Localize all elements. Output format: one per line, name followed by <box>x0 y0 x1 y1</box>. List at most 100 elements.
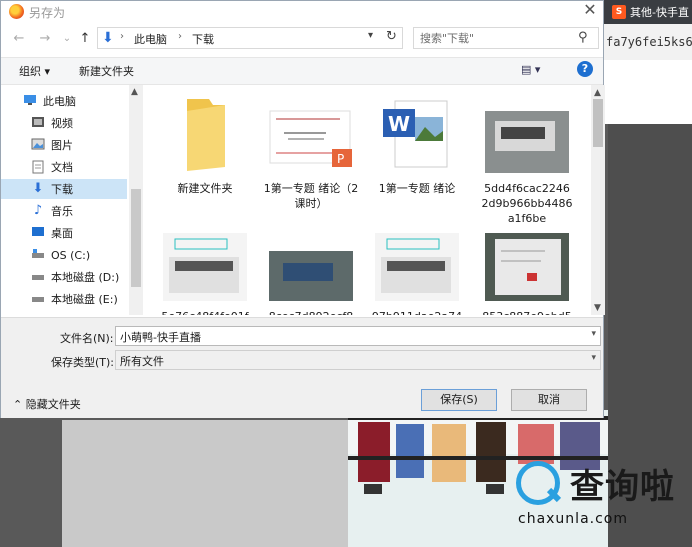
new-folder-button[interactable]: 新建文件夹 <box>79 63 134 79</box>
document-icon <box>31 160 45 174</box>
filetype-label: 保存类型(T): <box>51 356 115 369</box>
file-name: 5dd4f6cac22462d9b966bb4486a1f6be <box>481 182 573 225</box>
filename-field[interactable]: 小萌鸭-快手直播 ▾ <box>115 326 601 346</box>
scroll-up-icon[interactable]: ▲ <box>131 87 138 97</box>
scroll-down-icon[interactable]: ▼ <box>594 303 601 313</box>
file-name: 新建文件夹 <box>177 182 233 195</box>
save-options-panel: 文件名(N): 小萌鸭-快手直播 ▾ 保存类型(T): 所有文件 ▾ ⌃ 隐藏文… <box>1 317 603 418</box>
drive-icon <box>31 270 45 284</box>
sidebar-item-videos[interactable]: 视频 <box>1 113 127 133</box>
dialog-title: 另存为 <box>29 6 66 20</box>
save-as-dialog: 另存为 ✕ ← → ⌄ ↑ ⬇ › 此电脑 › 下载 ▾ ↻ ⚲ 组织 ▾ 新建… <box>0 0 605 418</box>
watermark-domain: chaxunla.com <box>518 511 628 527</box>
back-button[interactable]: ← <box>11 31 27 47</box>
sidebar-item-downloads[interactable]: ⬇ 下载 <box>1 179 127 199</box>
sidebar-item-drive-e[interactable]: 本地磁盘 (E:) <box>1 289 127 309</box>
hide-folders-toggle[interactable]: ⌃ 隐藏文件夹 <box>13 396 81 412</box>
file-name: 1第一专题 绪论（2课时） <box>263 182 359 210</box>
chevron-down-icon[interactable]: ▾ <box>591 329 596 339</box>
file-list-scrollbar-thumb[interactable] <box>593 99 603 147</box>
file-name: 97b911dae2a74 <box>367 309 467 315</box>
browser-tab[interactable]: S 其他-快手直 <box>612 4 689 20</box>
organize-button[interactable]: 组织 ▾ <box>19 63 50 79</box>
sidebar-item-label: 桌面 <box>51 227 73 240</box>
sidebar-item-label: OS (C:) <box>51 248 91 262</box>
command-toolbar: 组织 ▾ 新建文件夹 ▤ ▾ ? <box>1 57 603 85</box>
file-item-word[interactable]: W 1第一专题 绪论 <box>367 97 467 196</box>
sidebar-item-label: 图片 <box>51 139 73 152</box>
file-item-photo-5[interactable]: 853c887e9ebd5 <box>481 233 573 315</box>
up-button[interactable]: ↑ <box>77 31 93 47</box>
svg-text:P: P <box>337 152 344 166</box>
save-button[interactable]: 保存(S) <box>421 389 497 411</box>
file-item-photo-1[interactable]: 5dd4f6cac22462d9b966bb4486a1f6be <box>481 97 573 226</box>
hide-folders-label: 隐藏文件夹 <box>25 398 81 411</box>
sidebar-item-pictures[interactable]: 图片 <box>1 135 127 155</box>
chevron-down-icon[interactable]: ▾ <box>591 353 596 363</box>
filename-value: 小萌鸭-快手直播 <box>120 331 201 344</box>
picture-icon <box>31 138 45 152</box>
navigation-bar: ← → ⌄ ↑ ⬇ › 此电脑 › 下载 ▾ ↻ ⚲ <box>1 25 603 53</box>
browser-url-text: fa7y6fei5ks6?c <box>606 35 692 49</box>
search-input[interactable] <box>420 30 570 46</box>
filetype-select[interactable]: 所有文件 ▾ <box>115 350 601 370</box>
ppt-thumbnail: P <box>266 97 356 173</box>
sidebar-item-this-pc[interactable]: 此电脑 <box>1 91 127 111</box>
image-thumbnail <box>269 233 353 301</box>
image-thumbnail <box>485 233 569 301</box>
image-thumbnail <box>375 233 459 301</box>
scroll-up-icon[interactable]: ▲ <box>594 88 601 98</box>
sidebar-item-desktop[interactable]: 桌面 <box>1 223 127 243</box>
chevron-down-icon[interactable]: ▾ <box>368 30 373 41</box>
file-name: 1第一专题 绪论 <box>378 182 456 195</box>
close-button[interactable]: ✕ <box>577 1 603 21</box>
sidebar-scrollbar-thumb[interactable] <box>131 189 141 287</box>
sidebar-item-drive-c[interactable]: OS (C:) <box>1 245 127 265</box>
forward-button[interactable]: → <box>37 31 53 47</box>
site-favicon-icon: S <box>612 5 626 19</box>
breadcrumb-separator-icon: › <box>120 31 124 42</box>
file-name: 8cec7d892ecf8 <box>261 309 361 315</box>
sidebar-item-label: 文档 <box>51 161 73 174</box>
view-options-icon[interactable]: ▤ ▾ <box>521 63 540 76</box>
music-icon: ♪ <box>33 203 43 218</box>
search-box[interactable]: ⚲ <box>413 27 599 49</box>
sidebar-item-documents[interactable]: 文档 <box>1 157 127 177</box>
refresh-icon[interactable]: ↻ <box>386 29 397 44</box>
page-background-left <box>0 420 62 547</box>
svg-text:W: W <box>388 112 410 136</box>
breadcrumb-this-pc[interactable]: 此电脑 <box>134 31 167 47</box>
file-name: 853c887e9ebd5 <box>481 309 573 315</box>
navigation-pane: 此电脑 视频 图片 文档 ⬇ 下载 ♪ 音乐 桌面 OS (C:) 本地磁盘 (… <box>1 85 143 315</box>
page-content-area <box>62 420 348 547</box>
file-item-new-folder[interactable]: 新建文件夹 <box>155 97 255 196</box>
file-item-photo-4[interactable]: 97b911dae2a74 <box>367 233 467 315</box>
file-item-photo-3[interactable]: 8cec7d892ecf8 <box>261 233 361 315</box>
filename-label: 文件名(N): <box>60 332 114 345</box>
file-name: 5e76c48f4fe01f <box>155 309 255 315</box>
breadcrumb-downloads[interactable]: 下载 <box>192 31 214 47</box>
image-thumbnail <box>163 233 247 301</box>
watermark: 查询啦 chaxunla.com <box>512 455 682 535</box>
sidebar-item-label: 本地磁盘 (D:) <box>51 271 120 284</box>
file-item-photo-2[interactable]: 5e76c48f4fe01f <box>155 233 255 315</box>
dialog-titlebar[interactable]: 另存为 ✕ <box>1 1 603 23</box>
recent-locations-button[interactable]: ⌄ <box>59 31 75 47</box>
download-icon: ⬇ <box>32 181 44 196</box>
search-icon[interactable]: ⚲ <box>578 30 588 45</box>
sidebar-item-label: 此电脑 <box>43 95 76 108</box>
firefox-icon <box>9 4 24 19</box>
file-item-ppt[interactable]: P 1第一专题 绪论（2课时） <box>261 97 361 211</box>
sidebar-item-music[interactable]: ♪ 音乐 <box>1 201 127 221</box>
sidebar-item-label: 本地磁盘 (E:) <box>51 293 118 306</box>
help-icon[interactable]: ? <box>577 61 593 77</box>
cancel-button[interactable]: 取消 <box>511 389 587 411</box>
sidebar-item-drive-d[interactable]: 本地磁盘 (D:) <box>1 267 127 287</box>
folder-icon <box>175 97 235 173</box>
image-thumbnail <box>485 97 569 173</box>
desktop-icon <box>31 226 45 240</box>
video-icon <box>31 116 45 130</box>
word-document-icon: W <box>379 97 455 173</box>
address-bar[interactable]: ⬇ › 此电脑 › 下载 ▾ ↻ <box>97 27 403 49</box>
drive-icon <box>31 248 45 262</box>
